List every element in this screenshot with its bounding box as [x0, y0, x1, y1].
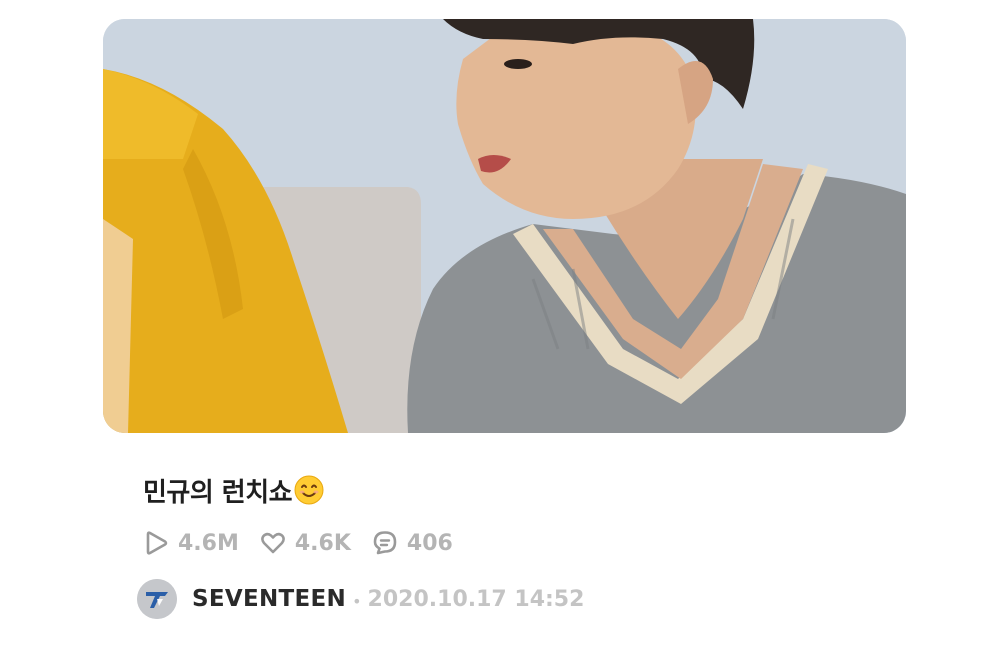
like-count[interactable]: 4.6K: [259, 529, 351, 557]
play-count-value: 4.6M: [178, 530, 239, 556]
seventeen-logo-icon: [137, 579, 177, 619]
post-title[interactable]: 민규의 런치쇼: [143, 472, 324, 512]
smiling-face-emoji-icon: [294, 475, 324, 512]
author-name[interactable]: SEVENTEEN: [192, 586, 346, 612]
heart-icon[interactable]: [259, 529, 287, 557]
comment-count[interactable]: 406: [371, 529, 453, 557]
post-date: 2020.10.17 14:52: [367, 586, 585, 612]
comment-count-value: 406: [406, 530, 453, 556]
post-title-text[interactable]: 민규의 런치쇼: [143, 478, 293, 508]
post-stats: 4.6M 4.6K 406: [142, 526, 473, 560]
avatar[interactable]: [137, 579, 177, 619]
video-thumbnail[interactable]: [103, 19, 906, 433]
post-card[interactable]: 민규의 런치쇼 4.6M 4.6K 406 SEVENTEEN • 2020.1…: [0, 0, 1000, 668]
thumbnail-image: [103, 19, 906, 433]
author-row[interactable]: SEVENTEEN • 2020.10.17 14:52: [137, 578, 584, 620]
like-count-value: 4.6K: [294, 530, 351, 556]
separator-dot: •: [352, 591, 362, 611]
play-icon: [142, 529, 170, 557]
play-count: 4.6M: [142, 529, 239, 557]
comment-icon[interactable]: [371, 529, 399, 557]
